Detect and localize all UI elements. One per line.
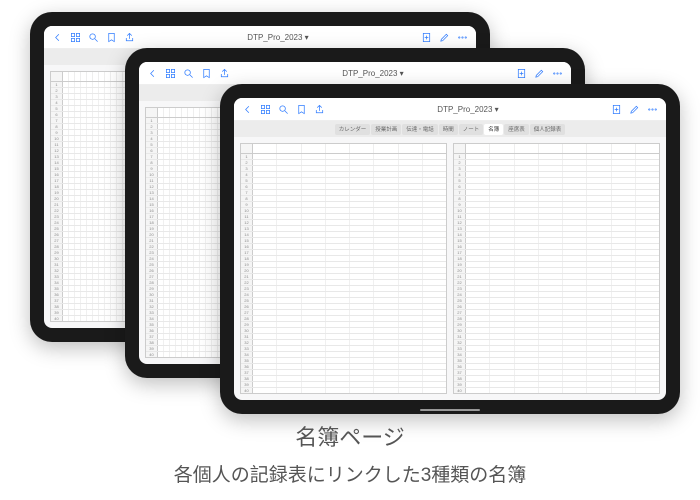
caption-block: 名簿ページ 各個人の記録表にリンクした3種類の名簿 xyxy=(0,420,700,487)
roster-header xyxy=(241,144,446,154)
roster-body: 1234567891011121314151617181920212223242… xyxy=(454,154,659,393)
back-icon[interactable] xyxy=(52,32,63,43)
top-toolbar: DTP_Pro_2023 ▾ xyxy=(44,26,476,49)
tablet-stack: DTP_Pro_2023 ▾ カレンダー授業計画伝達・電話時間ノート名簿座席表個… xyxy=(0,0,700,420)
thumbnails-icon[interactable] xyxy=(260,104,271,115)
more-icon[interactable] xyxy=(457,32,468,43)
search-icon[interactable] xyxy=(278,104,289,115)
table-row[interactable]: 40 xyxy=(241,388,446,393)
tab-カレンダー[interactable]: カレンダー xyxy=(335,124,371,135)
caption-title: 名簿ページ xyxy=(0,420,700,452)
top-toolbar: DTP_Pro_2023 ▾ xyxy=(139,62,571,85)
more-icon[interactable] xyxy=(647,104,658,115)
tab-bar: カレンダー授業計画伝達・電話時間ノート名簿座席表個人記録表 xyxy=(234,121,666,137)
tab-時間[interactable]: 時間 xyxy=(439,124,458,135)
bookmark-icon[interactable] xyxy=(106,32,117,43)
bookmark-icon[interactable] xyxy=(296,104,307,115)
more-icon[interactable] xyxy=(552,68,563,79)
document-title[interactable]: DTP_Pro_2023 ▾ xyxy=(237,69,509,78)
tablet-device: DTP_Pro_2023 ▾ カレンダー授業計画伝達・電話時間ノート名簿座席表個… xyxy=(220,84,680,414)
back-icon[interactable] xyxy=(242,104,253,115)
page-content: 1234567891011121314151617181920212223242… xyxy=(234,137,666,400)
search-icon[interactable] xyxy=(183,68,194,79)
edit-icon[interactable] xyxy=(439,32,450,43)
tab-名簿[interactable]: 名簿 xyxy=(484,124,503,135)
roster-header xyxy=(454,144,659,154)
roster-table-left[interactable]: 1234567891011121314151617181920212223242… xyxy=(240,143,447,394)
share-icon[interactable] xyxy=(314,104,325,115)
tab-授業計画[interactable]: 授業計画 xyxy=(371,124,401,135)
share-icon[interactable] xyxy=(124,32,135,43)
tab-伝達・電話[interactable]: 伝達・電話 xyxy=(402,124,438,135)
edit-icon[interactable] xyxy=(629,104,640,115)
app-screen: DTP_Pro_2023 ▾ カレンダー授業計画伝達・電話時間ノート名簿座席表個… xyxy=(234,98,666,400)
edit-icon[interactable] xyxy=(534,68,545,79)
caption-subtitle: 各個人の記録表にリンクした3種類の名簿 xyxy=(0,460,700,487)
top-toolbar: DTP_Pro_2023 ▾ xyxy=(234,98,666,121)
tab-ノート[interactable]: ノート xyxy=(459,124,484,135)
tab-座席表[interactable]: 座席表 xyxy=(504,124,529,135)
roster-body: 1234567891011121314151617181920212223242… xyxy=(241,154,446,393)
tab-個人記録表[interactable]: 個人記録表 xyxy=(530,124,566,135)
thumbnails-icon[interactable] xyxy=(165,68,176,79)
document-title[interactable]: DTP_Pro_2023 ▾ xyxy=(142,33,414,42)
roster-table-right[interactable]: 1234567891011121314151617181920212223242… xyxy=(453,143,660,394)
back-icon[interactable] xyxy=(147,68,158,79)
table-row[interactable]: 40 xyxy=(454,388,659,393)
add-page-icon[interactable] xyxy=(421,32,432,43)
thumbnails-icon[interactable] xyxy=(70,32,81,43)
search-icon[interactable] xyxy=(88,32,99,43)
bookmark-icon[interactable] xyxy=(201,68,212,79)
document-title[interactable]: DTP_Pro_2023 ▾ xyxy=(332,105,604,114)
add-page-icon[interactable] xyxy=(611,104,622,115)
add-page-icon[interactable] xyxy=(516,68,527,79)
share-icon[interactable] xyxy=(219,68,230,79)
